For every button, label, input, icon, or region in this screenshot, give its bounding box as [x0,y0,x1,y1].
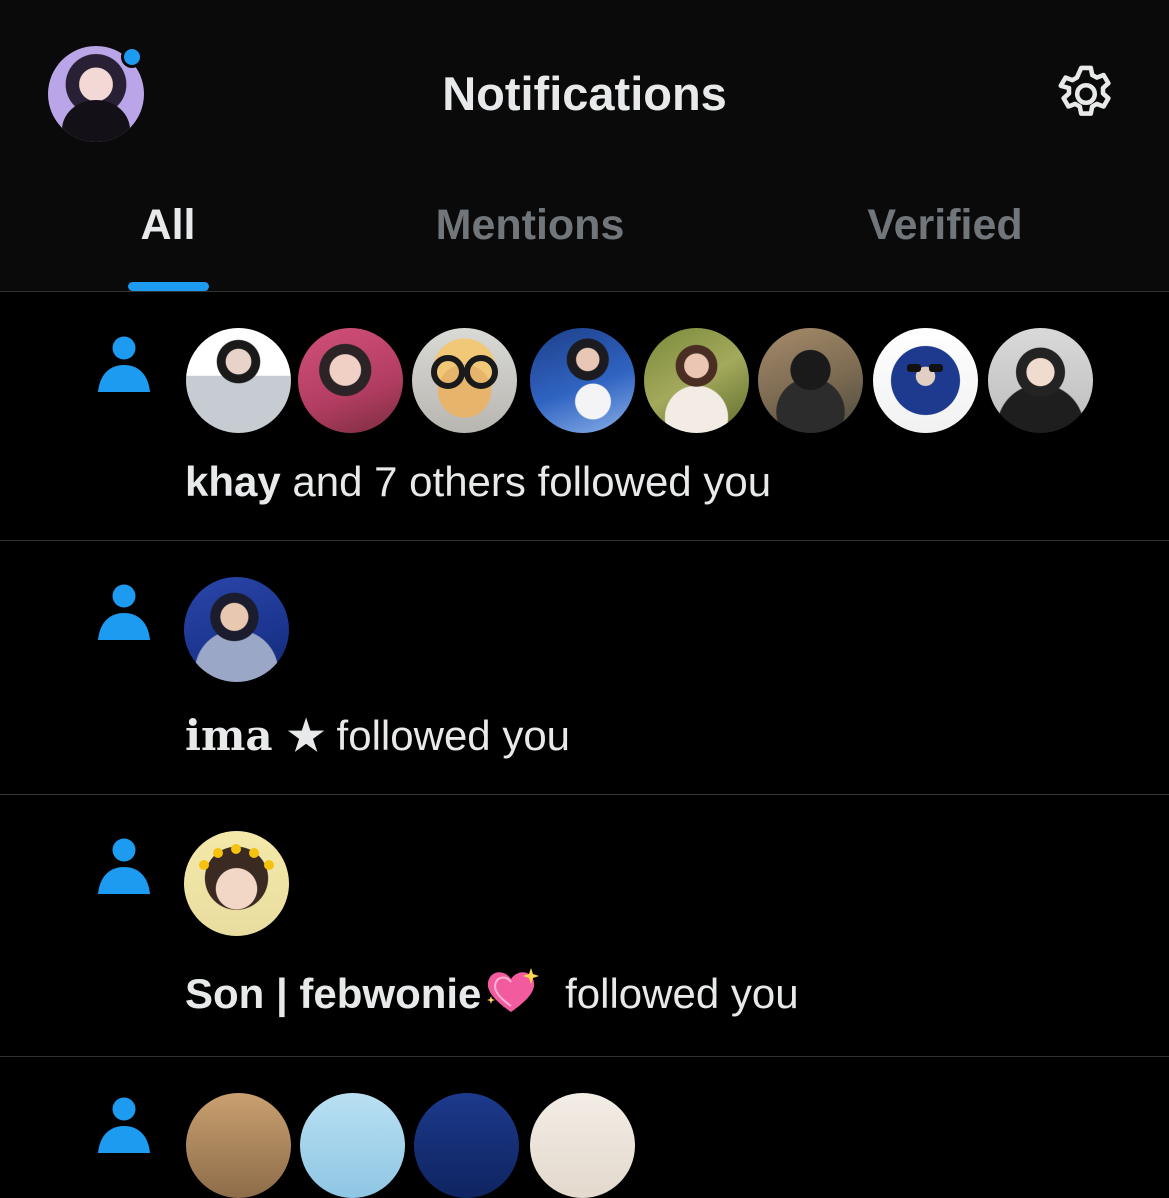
follower-avatar[interactable] [873,328,978,433]
follower-avatar[interactable] [414,1093,519,1198]
person-icon [98,838,150,894]
follower-avatar[interactable] [298,328,403,433]
tab-mentions[interactable]: Mentions [400,195,660,255]
person-icon [98,336,150,392]
notification-item[interactable]: khay and 7 others followed you [0,292,1169,541]
follower-name[interactable]: khay [185,458,281,505]
active-tab-indicator [128,282,209,291]
follower-avatar[interactable] [758,328,863,433]
follower-avatar[interactable] [530,1093,635,1198]
follower-avatar[interactable] [412,328,517,433]
follower-avatar[interactable] [186,328,291,433]
notification-text: ima ★ followed you [185,711,571,760]
gear-icon[interactable] [1052,60,1120,128]
follower-name[interactable]: ima ★ [185,711,325,760]
notification-item[interactable]: ima ★ followed you [0,541,1169,795]
notification-item[interactable]: Son | febwonie followed you [0,795,1169,1057]
notification-text: Son | febwonie followed you [185,966,799,1022]
person-icon [98,584,150,640]
follower-avatar[interactable] [530,328,635,433]
follower-avatar[interactable] [988,328,1093,433]
tab-all[interactable]: All [108,195,228,255]
notification-text: khay and 7 others followed you [185,458,772,505]
follower-avatar[interactable] [300,1093,405,1198]
follower-avatar[interactable] [184,577,289,682]
tab-verified[interactable]: Verified [830,195,1060,255]
notifications-header: Notifications All Mentions Verified [0,0,1169,292]
page-title: Notifications [442,67,727,120]
sparkling-heart-icon [487,968,540,1012]
follower-avatar[interactable] [644,328,749,433]
person-icon [98,1097,150,1153]
follower-avatar[interactable] [186,1093,291,1198]
notification-item[interactable] [0,1057,1169,1198]
follower-avatar[interactable] [184,831,289,936]
follower-name[interactable]: Son | febwonie [185,970,481,1017]
